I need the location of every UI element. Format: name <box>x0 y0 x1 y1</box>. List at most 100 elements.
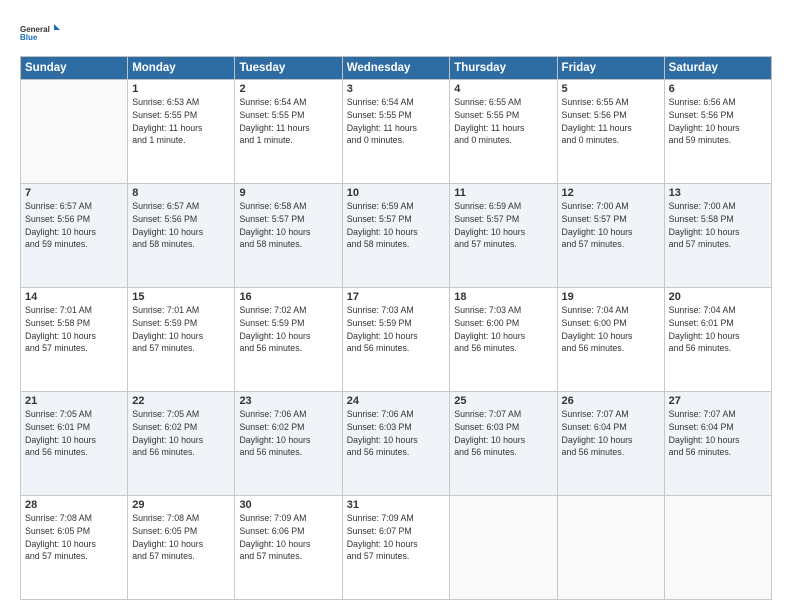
day-number: 29 <box>132 499 230 511</box>
day-info: Sunrise: 7:09 AMSunset: 6:07 PMDaylight:… <box>347 512 446 563</box>
calendar-cell: 27Sunrise: 7:07 AMSunset: 6:04 PMDayligh… <box>664 392 771 496</box>
day-info: Sunrise: 7:07 AMSunset: 6:04 PMDaylight:… <box>562 408 660 459</box>
day-number: 17 <box>347 291 446 303</box>
day-info: Sunrise: 7:04 AMSunset: 6:00 PMDaylight:… <box>562 304 660 355</box>
day-header-sunday: Sunday <box>21 57 128 80</box>
day-number: 20 <box>669 291 767 303</box>
day-info: Sunrise: 6:54 AMSunset: 5:55 PMDaylight:… <box>347 96 446 147</box>
day-number: 18 <box>454 291 552 303</box>
day-number: 14 <box>25 291 123 303</box>
day-info: Sunrise: 7:02 AMSunset: 5:59 PMDaylight:… <box>239 304 337 355</box>
calendar-cell: 9Sunrise: 6:58 AMSunset: 5:57 PMDaylight… <box>235 184 342 288</box>
calendar-cell <box>557 496 664 600</box>
calendar-cell: 21Sunrise: 7:05 AMSunset: 6:01 PMDayligh… <box>21 392 128 496</box>
day-info: Sunrise: 7:07 AMSunset: 6:04 PMDaylight:… <box>669 408 767 459</box>
calendar-cell: 29Sunrise: 7:08 AMSunset: 6:05 PMDayligh… <box>128 496 235 600</box>
day-header-friday: Friday <box>557 57 664 80</box>
day-info: Sunrise: 6:59 AMSunset: 5:57 PMDaylight:… <box>347 200 446 251</box>
logo-svg: General Blue <box>20 18 60 48</box>
day-info: Sunrise: 7:00 AMSunset: 5:57 PMDaylight:… <box>562 200 660 251</box>
day-info: Sunrise: 6:53 AMSunset: 5:55 PMDaylight:… <box>132 96 230 147</box>
day-number: 25 <box>454 395 552 407</box>
calendar-cell <box>664 496 771 600</box>
calendar-cell: 7Sunrise: 6:57 AMSunset: 5:56 PMDaylight… <box>21 184 128 288</box>
day-info: Sunrise: 6:58 AMSunset: 5:57 PMDaylight:… <box>239 200 337 251</box>
day-info: Sunrise: 7:08 AMSunset: 6:05 PMDaylight:… <box>25 512 123 563</box>
day-number: 26 <box>562 395 660 407</box>
day-info: Sunrise: 7:06 AMSunset: 6:02 PMDaylight:… <box>239 408 337 459</box>
day-info: Sunrise: 7:05 AMSunset: 6:02 PMDaylight:… <box>132 408 230 459</box>
day-info: Sunrise: 7:05 AMSunset: 6:01 PMDaylight:… <box>25 408 123 459</box>
calendar-cell: 19Sunrise: 7:04 AMSunset: 6:00 PMDayligh… <box>557 288 664 392</box>
day-info: Sunrise: 6:59 AMSunset: 5:57 PMDaylight:… <box>454 200 552 251</box>
day-header-thursday: Thursday <box>450 57 557 80</box>
calendar-week-row: 7Sunrise: 6:57 AMSunset: 5:56 PMDaylight… <box>21 184 772 288</box>
calendar-cell: 5Sunrise: 6:55 AMSunset: 5:56 PMDaylight… <box>557 80 664 184</box>
day-info: Sunrise: 7:01 AMSunset: 5:58 PMDaylight:… <box>25 304 123 355</box>
calendar-cell: 6Sunrise: 6:56 AMSunset: 5:56 PMDaylight… <box>664 80 771 184</box>
day-info: Sunrise: 7:07 AMSunset: 6:03 PMDaylight:… <box>454 408 552 459</box>
calendar-cell: 17Sunrise: 7:03 AMSunset: 5:59 PMDayligh… <box>342 288 450 392</box>
day-number: 2 <box>239 83 337 95</box>
calendar-cell: 15Sunrise: 7:01 AMSunset: 5:59 PMDayligh… <box>128 288 235 392</box>
day-number: 30 <box>239 499 337 511</box>
svg-text:Blue: Blue <box>20 33 38 42</box>
calendar-table: SundayMondayTuesdayWednesdayThursdayFrid… <box>20 56 772 600</box>
calendar-header-row: SundayMondayTuesdayWednesdayThursdayFrid… <box>21 57 772 80</box>
day-number: 6 <box>669 83 767 95</box>
calendar-cell <box>450 496 557 600</box>
calendar-cell: 16Sunrise: 7:02 AMSunset: 5:59 PMDayligh… <box>235 288 342 392</box>
day-info: Sunrise: 7:03 AMSunset: 5:59 PMDaylight:… <box>347 304 446 355</box>
day-header-monday: Monday <box>128 57 235 80</box>
day-number: 19 <box>562 291 660 303</box>
calendar-cell: 11Sunrise: 6:59 AMSunset: 5:57 PMDayligh… <box>450 184 557 288</box>
day-info: Sunrise: 6:55 AMSunset: 5:56 PMDaylight:… <box>562 96 660 147</box>
day-info: Sunrise: 6:54 AMSunset: 5:55 PMDaylight:… <box>239 96 337 147</box>
day-number: 10 <box>347 187 446 199</box>
logo: General Blue <box>20 18 60 48</box>
day-number: 5 <box>562 83 660 95</box>
day-info: Sunrise: 7:00 AMSunset: 5:58 PMDaylight:… <box>669 200 767 251</box>
day-info: Sunrise: 7:04 AMSunset: 6:01 PMDaylight:… <box>669 304 767 355</box>
day-info: Sunrise: 7:01 AMSunset: 5:59 PMDaylight:… <box>132 304 230 355</box>
calendar-cell: 18Sunrise: 7:03 AMSunset: 6:00 PMDayligh… <box>450 288 557 392</box>
calendar-cell: 10Sunrise: 6:59 AMSunset: 5:57 PMDayligh… <box>342 184 450 288</box>
day-header-saturday: Saturday <box>664 57 771 80</box>
day-info: Sunrise: 6:56 AMSunset: 5:56 PMDaylight:… <box>669 96 767 147</box>
calendar-cell: 23Sunrise: 7:06 AMSunset: 6:02 PMDayligh… <box>235 392 342 496</box>
day-number: 31 <box>347 499 446 511</box>
day-header-tuesday: Tuesday <box>235 57 342 80</box>
day-info: Sunrise: 7:06 AMSunset: 6:03 PMDaylight:… <box>347 408 446 459</box>
day-info: Sunrise: 6:57 AMSunset: 5:56 PMDaylight:… <box>25 200 123 251</box>
day-number: 22 <box>132 395 230 407</box>
calendar-cell: 13Sunrise: 7:00 AMSunset: 5:58 PMDayligh… <box>664 184 771 288</box>
calendar-cell: 24Sunrise: 7:06 AMSunset: 6:03 PMDayligh… <box>342 392 450 496</box>
calendar-cell: 22Sunrise: 7:05 AMSunset: 6:02 PMDayligh… <box>128 392 235 496</box>
calendar-cell <box>21 80 128 184</box>
calendar-cell: 2Sunrise: 6:54 AMSunset: 5:55 PMDaylight… <box>235 80 342 184</box>
calendar-week-row: 28Sunrise: 7:08 AMSunset: 6:05 PMDayligh… <box>21 496 772 600</box>
day-number: 12 <box>562 187 660 199</box>
day-number: 24 <box>347 395 446 407</box>
day-number: 7 <box>25 187 123 199</box>
calendar-week-row: 21Sunrise: 7:05 AMSunset: 6:01 PMDayligh… <box>21 392 772 496</box>
calendar-cell: 3Sunrise: 6:54 AMSunset: 5:55 PMDaylight… <box>342 80 450 184</box>
day-number: 28 <box>25 499 123 511</box>
day-header-wednesday: Wednesday <box>342 57 450 80</box>
day-number: 15 <box>132 291 230 303</box>
day-number: 27 <box>669 395 767 407</box>
day-number: 16 <box>239 291 337 303</box>
calendar-cell: 1Sunrise: 6:53 AMSunset: 5:55 PMDaylight… <box>128 80 235 184</box>
calendar-cell: 20Sunrise: 7:04 AMSunset: 6:01 PMDayligh… <box>664 288 771 392</box>
day-number: 21 <box>25 395 123 407</box>
calendar-cell: 31Sunrise: 7:09 AMSunset: 6:07 PMDayligh… <box>342 496 450 600</box>
day-info: Sunrise: 6:57 AMSunset: 5:56 PMDaylight:… <box>132 200 230 251</box>
header: General Blue <box>20 18 772 48</box>
day-number: 4 <box>454 83 552 95</box>
day-number: 23 <box>239 395 337 407</box>
calendar-week-row: 1Sunrise: 6:53 AMSunset: 5:55 PMDaylight… <box>21 80 772 184</box>
calendar-week-row: 14Sunrise: 7:01 AMSunset: 5:58 PMDayligh… <box>21 288 772 392</box>
calendar-cell: 4Sunrise: 6:55 AMSunset: 5:55 PMDaylight… <box>450 80 557 184</box>
day-number: 9 <box>239 187 337 199</box>
calendar-cell: 30Sunrise: 7:09 AMSunset: 6:06 PMDayligh… <box>235 496 342 600</box>
